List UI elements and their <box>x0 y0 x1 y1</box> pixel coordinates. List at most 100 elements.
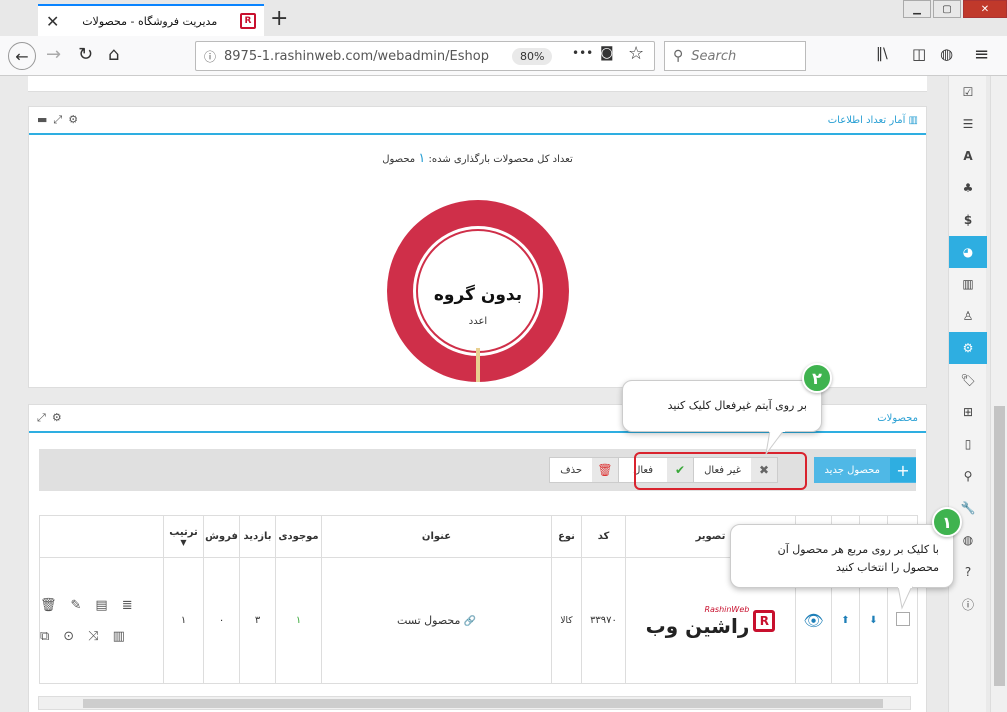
window-controls: ▁ ▢ ✕ <box>903 0 1007 18</box>
arrow-up-icon[interactable]: ⬆ <box>841 615 849 626</box>
sidebar-item-search[interactable]: ⚲ <box>949 460 987 492</box>
check-square-icon: ☑ <box>962 85 974 99</box>
bookmark-star-icon[interactable]: ☆ <box>628 43 644 64</box>
sidebar-toggle-icon[interactable]: ◫ <box>912 45 926 63</box>
info-icon[interactable]: ⓘ <box>204 48 216 65</box>
forward-icon[interactable]: → <box>46 44 61 65</box>
stock-cell: ۱ <box>275 557 322 684</box>
eye-icon[interactable]: 👁 <box>803 611 823 630</box>
tab-title: مدیریت فروشگاه - محصولات <box>82 14 218 28</box>
shuffle-icon[interactable]: ⤨ <box>88 629 98 644</box>
trash-icon[interactable]: 🗑 <box>40 598 57 613</box>
sidebar-item-info[interactable]: ⓘ <box>949 588 987 620</box>
actions-row-top: 🗑 ✎ ▤ ≣ <box>40 598 163 613</box>
library-icon[interactable]: ‖\ <box>876 46 888 62</box>
order-label: ترتیب <box>169 526 198 538</box>
actions-col <box>39 515 164 558</box>
col-stock[interactable]: موجودی <box>275 515 322 558</box>
new-tab-icon[interactable]: + <box>270 6 288 31</box>
plus-icon: + <box>890 458 916 482</box>
maximize-icon[interactable]: ▢ <box>933 0 961 18</box>
col-order[interactable]: ترتیب ▼ <box>163 515 204 558</box>
title-cell[interactable]: 🔗 محصول تست <box>321 557 552 684</box>
sidebar-item-settings[interactable]: ⚙ <box>949 332 987 364</box>
browser-titlebar: R مدیریت فروشگاه - محصولات ✕ + ▁ ▢ ✕ <box>0 0 1007 36</box>
home-icon[interactable]: ⌂ <box>108 44 119 65</box>
reload-icon[interactable]: ↻ <box>78 44 93 65</box>
step-1-badge: ۱ <box>932 507 962 537</box>
zoom-badge[interactable]: 80% <box>512 48 553 65</box>
donut-label: بدون گروه <box>434 284 522 305</box>
settings-icon[interactable]: ⚙ <box>68 113 78 127</box>
zoom-icon: ⚲ <box>963 469 973 483</box>
more-actions-icon[interactable]: ••• <box>572 46 593 60</box>
callout-step-2: بر روی آیتم غیرفعال کلیک کنید <box>622 380 822 432</box>
callout-step-1: با کلیک بر روی مربع هر محصول آن محصول را… <box>730 524 954 588</box>
delete-button[interactable]: 🗑 حذف <box>549 457 619 483</box>
windows-icon: ⊞ <box>962 405 974 419</box>
sidebar-item-list[interactable]: ☰ <box>949 108 987 140</box>
donut-slice-gap <box>476 348 480 382</box>
users-icon: ♣ <box>962 181 974 195</box>
minimize-icon[interactable]: ▁ <box>903 0 931 18</box>
delete-label: حذف <box>560 464 582 476</box>
sidebar-item-font[interactable]: A <box>949 140 987 172</box>
sidebar-item-bar[interactable]: ▥ <box>949 268 987 300</box>
col-title[interactable]: عنوان <box>321 515 552 558</box>
details-icon[interactable]: ▤ <box>95 598 107 613</box>
list-icon: ☰ <box>962 117 974 131</box>
arrow-down-icon[interactable]: ⬇ <box>869 615 877 626</box>
hscroll-thumb[interactable] <box>83 699 883 708</box>
product-logo[interactable]: RashinWeb راشین وب R <box>646 605 776 638</box>
expand-icon[interactable]: ⤢ <box>37 411 46 425</box>
expand-icon[interactable]: ⤢ <box>53 113 62 127</box>
callout-2-pointer <box>765 430 785 455</box>
views-cell: ۳ <box>239 557 276 684</box>
col-views[interactable]: بازدید <box>239 515 276 558</box>
browser-tab[interactable]: R مدیریت فروشگاه - محصولات ✕ <box>38 4 264 36</box>
menu-icon[interactable]: ≡ <box>974 44 989 65</box>
vscroll-thumb[interactable] <box>994 406 1005 686</box>
stats-icon[interactable]: ▥ <box>113 629 125 644</box>
horizontal-scrollbar[interactable] <box>38 696 911 710</box>
play-icon[interactable]: ⊙ <box>63 629 74 644</box>
sitemap-icon: ♙ <box>962 309 974 323</box>
globe-icon[interactable]: ◍ <box>940 45 953 63</box>
col-sales[interactable]: فروش <box>203 515 240 558</box>
pie-chart-icon: ◕ <box>962 245 974 259</box>
callout-1-text: با کلیک بر روی مربع هر محصول آن محصول را… <box>777 543 939 574</box>
order-cell: ۱ <box>163 557 204 684</box>
sidebar-item-check[interactable]: ☑ <box>949 76 987 108</box>
trash-icon: 🗑 <box>592 458 618 482</box>
url-text: 8975-1.rashinweb.com/webadmin/Eshop <box>224 48 489 64</box>
sidebar-item-sitemap[interactable]: ♙ <box>949 300 987 332</box>
new-product-button[interactable]: + محصول جدید <box>814 457 916 483</box>
sidebar-item-file[interactable]: ▯ <box>949 428 987 460</box>
pocket-icon[interactable]: ◙ <box>600 45 614 61</box>
settings-icon[interactable]: ⚙ <box>52 411 62 425</box>
sidebar-item-tags[interactable]: 🏷 <box>949 364 987 396</box>
sidebar-item-windows[interactable]: ⊞ <box>949 396 987 428</box>
vertical-scrollbar[interactable] <box>990 76 1007 712</box>
bar-chart-icon: ▥ <box>962 277 974 291</box>
edit-icon[interactable]: ✎ <box>71 598 82 613</box>
database-icon[interactable]: ≣ <box>122 598 133 613</box>
col-code[interactable]: کد <box>581 515 626 558</box>
sidebar-item-help[interactable]: ? <box>949 556 987 588</box>
back-icon[interactable]: ← <box>8 42 36 70</box>
collapse-icon[interactable]: ▬ <box>37 113 47 127</box>
stats-panel-title: ▥ آمار تعداد اطلاعات <box>828 115 918 126</box>
actions-row-bottom: ⧉ ⊙ ⤨ ▥ <box>40 629 163 644</box>
sidebar-item-users[interactable]: ♣ <box>949 172 987 204</box>
stats-title-text: آمار تعداد اطلاعات <box>827 114 906 126</box>
copy-icon[interactable]: ⧉ <box>40 629 49 644</box>
close-tab-icon[interactable]: ✕ <box>46 12 59 31</box>
donut-sublabel: اعدد <box>469 316 487 327</box>
col-type[interactable]: نوع <box>551 515 582 558</box>
sidebar-item-dollar[interactable]: $ <box>949 204 987 236</box>
page-content: ▬ ⤢ ⚙ ▥ آمار تعداد اطلاعات تعداد کل محصو… <box>0 76 990 712</box>
sidebar-item-pie[interactable]: ◕ <box>949 236 987 268</box>
type-cell: کالا <box>551 557 582 684</box>
search-input[interactable]: ⚲ Search <box>664 41 806 71</box>
window-close-icon[interactable]: ✕ <box>963 0 1007 18</box>
